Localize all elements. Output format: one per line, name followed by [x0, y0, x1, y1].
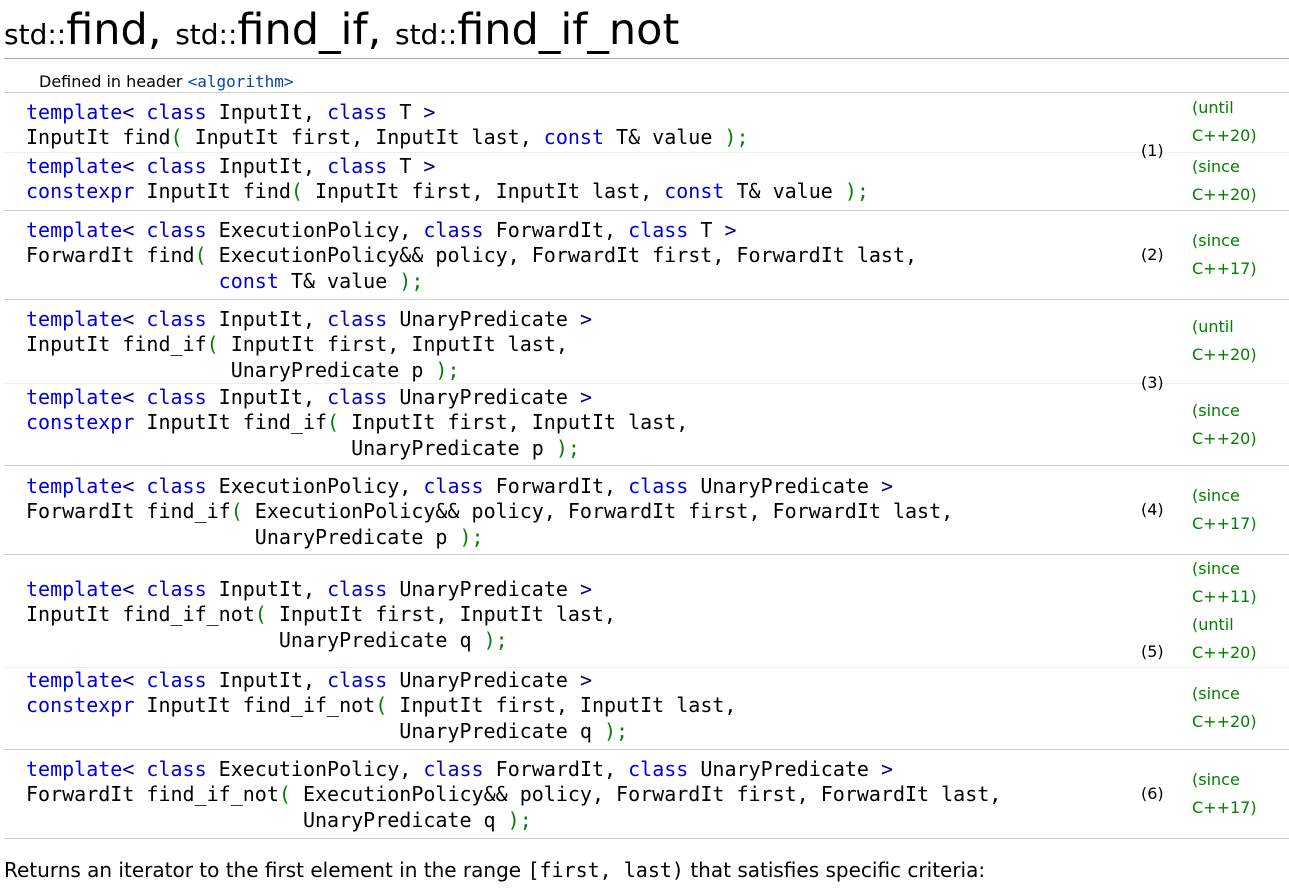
description-text: Returns an iterator to the first element…: [4, 858, 528, 882]
row-divider: [4, 210, 1289, 211]
title-separator: ,: [367, 5, 395, 55]
row-subdivider: [4, 152, 1289, 153]
version-note-line: (until: [1192, 98, 1234, 117]
overload-number: (4): [1141, 500, 1164, 519]
version-note: (until C++20): [1192, 313, 1257, 369]
function-name-find-if-not: find_if_not: [457, 5, 680, 55]
overload-number: (2): [1141, 245, 1164, 264]
title-divider: [4, 58, 1289, 59]
declaration-find-if-not-constexpr: template< class InputIt, class UnaryPred…: [26, 668, 737, 743]
version-note: (since C++17): [1192, 482, 1257, 538]
declaration-find-constexpr: template< class InputIt, class T > const…: [26, 154, 869, 204]
version-note-line: (since: [1192, 770, 1240, 789]
function-name-find-if: find_if: [237, 5, 368, 55]
version-note-line: (since: [1192, 684, 1240, 703]
overload-number: (6): [1141, 784, 1164, 803]
row-divider: [4, 465, 1289, 466]
version-note: (until C++20): [1192, 94, 1257, 150]
version-note: (since C++17): [1192, 766, 1257, 822]
description: Returns an iterator to the first element…: [4, 858, 985, 882]
version-note-line: C++20): [1192, 429, 1257, 448]
defined-in-header: Defined in header <algorithm>: [39, 72, 294, 91]
version-note-line: C++20): [1192, 185, 1257, 204]
row-divider: [4, 838, 1289, 839]
version-note-line: (since: [1192, 559, 1240, 578]
version-note: (since C++20): [1192, 680, 1257, 736]
version-note-line: C++20): [1192, 712, 1257, 731]
row-divider: [4, 749, 1289, 750]
row-divider: [4, 299, 1289, 300]
defined-label: Defined in header: [39, 72, 188, 91]
version-note-line: C++11): [1192, 587, 1257, 606]
title-separator: ,: [147, 5, 176, 55]
range-code: [first, last): [527, 858, 684, 882]
version-note-line: C++17): [1192, 259, 1257, 278]
version-note: (since C++11) (until C++20): [1192, 555, 1257, 667]
declaration-find-execution-policy: template< class ExecutionPolicy, class F…: [26, 218, 918, 293]
declaration-find-if-constexpr: template< class InputIt, class UnaryPred…: [26, 385, 689, 460]
overload-number: (5): [1141, 642, 1164, 661]
version-note-line: (until: [1192, 317, 1234, 336]
function-name-find: find: [66, 5, 148, 55]
version-note-line: (since: [1192, 157, 1240, 176]
namespace-prefix: std::: [4, 18, 67, 51]
version-note: (since C++17): [1192, 227, 1257, 283]
version-note-line: (until: [1192, 615, 1234, 634]
header-link[interactable]: <algorithm>: [188, 72, 294, 91]
version-note-line: C++20): [1192, 345, 1257, 364]
version-note-line: C++20): [1192, 643, 1257, 662]
declaration-find-until-cpp20: template< class InputIt, class T > Input…: [26, 100, 749, 150]
version-note-line: C++17): [1192, 798, 1257, 817]
declaration-find-if-execution-policy: template< class ExecutionPolicy, class F…: [26, 474, 954, 549]
declaration-find-if-until-cpp20: template< class InputIt, class UnaryPred…: [26, 307, 592, 382]
overload-number: (1): [1141, 141, 1164, 160]
overload-number: (3): [1141, 373, 1164, 392]
version-note-line: (since: [1192, 486, 1240, 505]
row-divider: [4, 92, 1289, 93]
namespace-prefix: std::: [394, 18, 458, 51]
version-note: (since C++20): [1192, 153, 1257, 209]
version-note-line: C++17): [1192, 514, 1257, 533]
namespace-prefix: std::: [175, 18, 238, 51]
row-divider: [4, 554, 1289, 555]
version-note: (since C++20): [1192, 397, 1257, 453]
declaration-find-if-not-cpp11: template< class InputIt, class UnaryPred…: [26, 577, 617, 652]
declaration-find-if-not-execution-policy: template< class ExecutionPolicy, class F…: [26, 757, 1002, 832]
description-text-end: that satisfies specific criteria:: [683, 858, 986, 882]
version-note-line: (since: [1192, 231, 1240, 250]
page-title: std::find, std::find_if, std::find_if_no…: [4, 4, 679, 65]
version-note-line: (since: [1192, 401, 1240, 420]
version-note-line: C++20): [1192, 126, 1257, 145]
